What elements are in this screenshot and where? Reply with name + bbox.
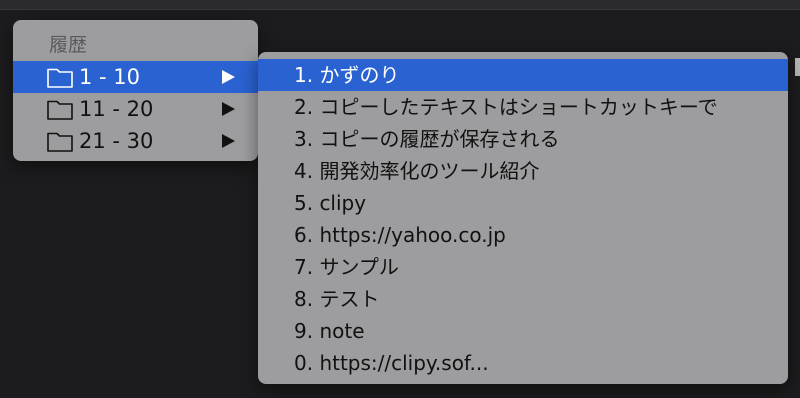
folder-icon — [47, 100, 73, 120]
clip-label: 6. https://yahoo.co.jp — [294, 223, 506, 247]
clip-item-9[interactable]: 9. note — [258, 315, 788, 347]
window-edge-fragment — [795, 58, 800, 76]
clip-item-3[interactable]: 3. コピーの履歴が保存される — [258, 123, 788, 155]
history-menu: 履歴 1 - 10 11 - 20 21 - 30 — [13, 20, 258, 161]
clip-label: 0. https://clipy.sof... — [294, 351, 489, 375]
clip-label: 4. 開発効率化のツール紹介 — [294, 159, 540, 183]
folder-item-21-30[interactable]: 21 - 30 — [13, 125, 258, 157]
clip-item-8[interactable]: 8. テスト — [258, 283, 788, 315]
clip-label: 9. note — [294, 319, 365, 343]
menu-bar-background — [0, 0, 800, 10]
folder-icon — [47, 68, 73, 88]
clip-item-7[interactable]: 7. サンプル — [258, 251, 788, 283]
clip-item-2[interactable]: 2. コピーしたテキストはショートカットキーで — [258, 91, 788, 123]
clip-item-4[interactable]: 4. 開発効率化のツール紹介 — [258, 155, 788, 187]
clip-label: 8. テスト — [294, 287, 380, 311]
folder-label: 21 - 30 — [79, 129, 154, 153]
folder-item-1-10[interactable]: 1 - 10 — [13, 61, 258, 93]
folder-item-11-20[interactable]: 11 - 20 — [13, 93, 258, 125]
clip-item-6[interactable]: 6. https://yahoo.co.jp — [258, 219, 788, 251]
clip-item-1[interactable]: 1. かずのり — [258, 59, 788, 91]
folder-icon — [47, 132, 73, 152]
clip-item-5[interactable]: 5. clipy — [258, 187, 788, 219]
arrow-right-icon — [222, 70, 235, 84]
folder-label: 1 - 10 — [79, 65, 141, 89]
clip-label: 3. コピーの履歴が保存される — [294, 127, 560, 151]
clip-label: 5. clipy — [294, 191, 367, 215]
arrow-right-icon — [222, 134, 235, 148]
clip-history-submenu: 1. かずのり 2. コピーしたテキストはショートカットキーで 3. コピーの履… — [258, 52, 788, 384]
clip-item-10[interactable]: 0. https://clipy.sof... — [258, 347, 788, 379]
clip-label: 7. サンプル — [294, 255, 399, 279]
arrow-right-icon — [222, 102, 235, 116]
folder-label: 11 - 20 — [79, 97, 154, 121]
clip-label: 1. かずのり — [294, 63, 400, 87]
clip-label: 2. コピーしたテキストはショートカットキーで — [294, 95, 718, 119]
menu-header: 履歴 — [49, 34, 88, 56]
